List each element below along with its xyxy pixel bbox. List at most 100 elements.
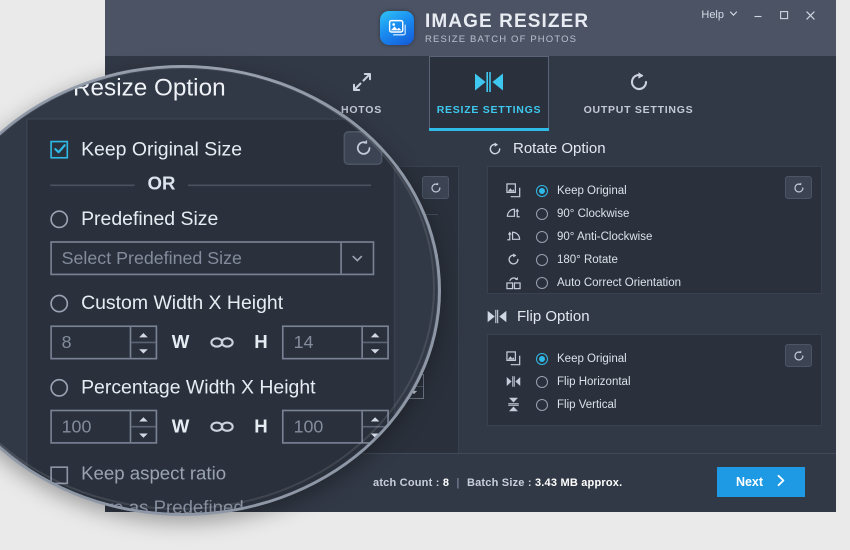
rotate-option-header: Rotate Option [473, 130, 836, 166]
custom-height-arrows[interactable] [361, 327, 388, 358]
stepper-down-icon[interactable] [363, 343, 387, 358]
magnified-keep-original-size-label: Keep Original Size [81, 137, 243, 161]
magnified-keep-aspect-ratio-label: Keep aspect ratio [81, 464, 227, 485]
stepper-down-icon[interactable] [363, 428, 387, 443]
rotate-180-label: 180° Rotate [557, 253, 618, 266]
rotate-clockwise-icon [487, 141, 503, 157]
flip-vertical-radio[interactable] [536, 398, 548, 411]
reset-icon[interactable] [785, 176, 812, 199]
magnified-percentage-size-row[interactable]: Percentage Width X Height [28, 375, 394, 399]
magnified-custom-height-value: 14 [293, 332, 314, 353]
rotate-option-90-clockwise[interactable]: 90° Clockwise [488, 202, 821, 225]
link-chain-icon[interactable] [209, 335, 235, 350]
minimize-icon[interactable] [745, 4, 771, 26]
rotate-option-180[interactable]: 180° Rotate [488, 248, 821, 271]
rotate-180-icon [506, 252, 536, 267]
magnified-keep-aspect-ratio-row[interactable]: Keep aspect ratio [28, 465, 394, 484]
keep-original-size-checkbox[interactable] [50, 139, 69, 158]
rotate-90-anticlockwise-label: 90° Anti-Clockwise [557, 230, 653, 243]
magnified-percentage-height-label: H [254, 416, 268, 437]
rotate-keep-original-radio[interactable] [536, 184, 548, 197]
magnified-percentage-width-value: 100 [61, 416, 92, 437]
flip-horizontal-radio[interactable] [536, 375, 548, 388]
screenshot-stage: IMAGE RESIZER RESIZE BATCH OF PHOTOS Hel… [0, 0, 850, 550]
percentage-width-stepper[interactable]: 100 [50, 409, 158, 444]
magnified-keep-original-size-row[interactable]: Keep Original Size [28, 137, 394, 161]
flip-option-horizontal[interactable]: Flip Horizontal [488, 370, 821, 393]
app-title: IMAGE RESIZER [425, 10, 590, 32]
flip-horizontal-icon [474, 69, 504, 95]
next-button[interactable]: Next [717, 467, 805, 497]
percentage-height-arrows[interactable] [361, 411, 388, 443]
percentage-height-stepper[interactable]: 100 [282, 409, 390, 444]
flip-keep-original-radio[interactable] [536, 352, 548, 365]
divider-left [50, 183, 135, 186]
predefined-size-radio[interactable] [50, 209, 69, 228]
magnified-predefined-size-label: Predefined Size [81, 207, 219, 230]
rotate-clockwise-icon [627, 69, 651, 95]
flip-option-keep-original[interactable]: Keep Original [488, 347, 821, 370]
stepper-down-icon[interactable] [131, 428, 155, 443]
rotate-90-clockwise-radio[interactable] [536, 207, 548, 220]
rotate-option-90-anticlockwise[interactable]: 90° Anti-Clockwise [488, 225, 821, 248]
magnified-predefined-size-row[interactable]: Predefined Size [28, 207, 394, 230]
flip-horizontal-icon [487, 309, 507, 324]
custom-size-radio[interactable] [50, 293, 69, 312]
maximize-icon[interactable] [771, 4, 797, 26]
magnified-resize-title: Resize Option [72, 73, 226, 102]
magnified-custom-width-value: 8 [61, 332, 72, 353]
caret-down-icon[interactable] [340, 242, 372, 274]
tab-resize-settings[interactable]: RESIZE SETTINGS [429, 56, 549, 131]
magnified-percentage-size-label: Percentage Width X Height [81, 375, 316, 399]
help-menu-button[interactable]: Help [694, 5, 745, 25]
magnified-custom-size-row[interactable]: Custom Width X Height [28, 291, 394, 314]
window-controls: Help [694, 0, 823, 30]
percentage-size-radio[interactable] [50, 378, 69, 396]
rotate-180-radio[interactable] [536, 253, 548, 266]
keep-aspect-ratio-checkbox[interactable] [50, 465, 69, 484]
magnifier-lens: Resize Option Keep Original Size OR Pred… [0, 65, 441, 516]
percentage-width-arrows[interactable] [129, 411, 156, 443]
stepper-up-icon[interactable] [131, 327, 156, 344]
rotate-auto-correct-label: Auto Correct Orientation [557, 276, 682, 289]
magnified-percentage-height-value: 100 [293, 416, 324, 437]
flip-vertical-icon [506, 397, 536, 412]
batch-size-value: 3.43 MB approx. [534, 477, 623, 489]
magnified-percentage-size-fields: 100 W H 100 [50, 409, 393, 444]
app-branding: IMAGE RESIZER RESIZE BATCH OF PHOTOS [380, 11, 589, 45]
reset-icon[interactable] [785, 344, 812, 367]
magnified-resize-header: Resize Option [26, 68, 395, 118]
app-subtitle: RESIZE BATCH OF PHOTOS [425, 33, 578, 45]
auto-orient-icon [506, 275, 536, 290]
flip-keep-original-label: Keep Original [557, 352, 627, 365]
tab-output-settings-label: OUTPUT SETTINGS [583, 103, 694, 116]
reset-icon[interactable] [343, 131, 383, 166]
flip-horizontal-icon [506, 375, 536, 388]
tab-output-settings[interactable]: OUTPUT SETTINGS [577, 56, 700, 128]
rotate-option-keep-original[interactable]: Keep Original [488, 179, 821, 202]
custom-width-stepper[interactable]: 8 [50, 325, 158, 360]
title-bar: IMAGE RESIZER RESIZE BATCH OF PHOTOS Hel… [105, 0, 836, 56]
chevron-down-icon [729, 9, 738, 21]
divider-right [188, 183, 372, 186]
rotate-90-ccw-icon [506, 229, 536, 244]
batch-count-value: 8 [442, 477, 450, 489]
magnified-predefined-size-select[interactable]: Select Predefined Size [50, 241, 375, 276]
custom-height-stepper[interactable]: 14 [282, 325, 390, 360]
close-icon[interactable] [797, 4, 823, 26]
magnifier-content: Resize Option Keep Original Size OR Pred… [0, 68, 438, 513]
app-title-block: IMAGE RESIZER RESIZE BATCH OF PHOTOS [425, 12, 589, 45]
magnified-save-as-predefined-row[interactable]: Save as Predefined [28, 499, 394, 513]
stepper-up-icon[interactable] [131, 411, 156, 428]
stepper-up-icon[interactable] [363, 411, 388, 428]
rotate-option-auto-correct[interactable]: Auto Correct Orientation [488, 271, 821, 294]
rotate-90-anticlockwise-radio[interactable] [536, 230, 548, 243]
flip-option-vertical[interactable]: Flip Vertical [488, 393, 821, 416]
rotate-keep-original-label: Keep Original [557, 184, 627, 197]
link-chain-icon[interactable] [209, 419, 235, 434]
stepper-up-icon[interactable] [363, 327, 388, 344]
rotate-auto-correct-radio[interactable] [536, 276, 548, 289]
stepper-down-icon[interactable] [131, 343, 155, 358]
save-as-predefined-checkbox[interactable] [50, 499, 69, 513]
custom-width-arrows[interactable] [129, 327, 156, 358]
